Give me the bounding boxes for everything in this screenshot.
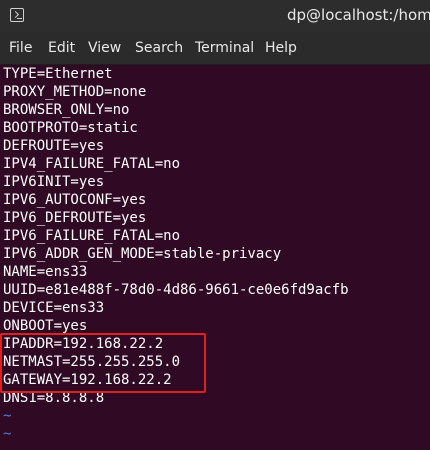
file-line-bootproto: BOOTPROTO=static <box>3 120 138 136</box>
file-line-name: NAME=ens33 <box>3 264 88 280</box>
title-bar: dp@localhost:/home/ <box>0 0 430 32</box>
terminal-icon <box>10 8 24 22</box>
file-line-ipv6init: IPV6INIT=yes <box>3 174 105 190</box>
file-line-browser-only: BROWSER_ONLY=no <box>3 102 130 118</box>
menu-bar: File Edit View Search Terminal Help <box>0 32 430 65</box>
file-line-ipv6-failure-fatal: IPV6_FAILURE_FATAL=no <box>3 228 181 244</box>
file-line-proxy-method: PROXY_METHOD=none <box>3 84 147 100</box>
file-line-uuid: UUID=e81e488f-78d0-4d86-9661-ce0e6fd9acf… <box>3 282 349 298</box>
menu-file[interactable]: File <box>9 40 32 56</box>
file-line-ipv6-addr-gen-mode: IPV6_ADDR_GEN_MODE=stable-privacy <box>3 246 282 262</box>
window-title: dp@localhost:/home/ <box>287 6 430 24</box>
empty-line-tilde: ~ <box>3 408 12 424</box>
menu-help[interactable]: Help <box>265 40 297 56</box>
file-line-ipv4-failure-fatal: IPV4_FAILURE_FATAL=no <box>3 156 181 172</box>
file-line-ipv6-autoconf: IPV6_AUTOCONF=yes <box>3 192 147 208</box>
file-line-defroute: DEFROUTE=yes <box>3 138 105 154</box>
empty-line-tilde: ~ <box>3 426 12 442</box>
menu-edit[interactable]: Edit <box>48 40 75 56</box>
menu-terminal[interactable]: Terminal <box>195 40 254 56</box>
file-line-type: TYPE=Ethernet <box>3 66 113 82</box>
file-line-ipv6-defroute: IPV6_DEFROUTE=yes <box>3 210 147 226</box>
network-settings-highlight <box>0 333 206 393</box>
menu-search[interactable]: Search <box>135 40 183 56</box>
file-line-device: DEVICE=ens33 <box>3 300 105 316</box>
menu-view[interactable]: View <box>88 40 121 56</box>
